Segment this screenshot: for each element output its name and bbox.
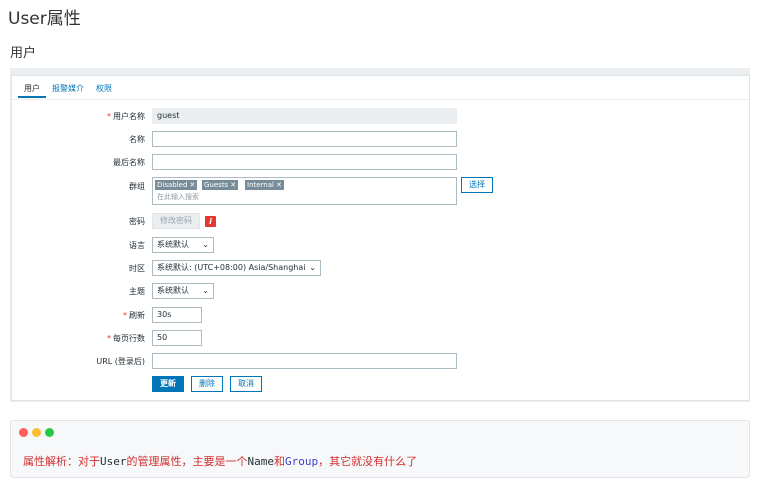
name-field[interactable] <box>152 131 457 147</box>
theme-value: 系统默认 <box>157 286 189 295</box>
groups-select-button[interactable]: 选择 <box>461 177 493 193</box>
info-icon[interactable]: i <box>205 216 216 227</box>
green-dot-icon <box>45 428 54 437</box>
language-select[interactable]: 系统默认 ⌄ <box>152 237 214 253</box>
language-label: 语言 <box>129 241 145 250</box>
update-button[interactable]: 更新 <box>152 376 184 392</box>
password-label: 密码 <box>129 217 145 226</box>
user-form-panel: 用户 报警媒介 权限 * 用户名称 guest 名称 最后名称 群组 Disabl… <box>11 75 750 401</box>
note-keyword-group: Group <box>285 455 319 468</box>
note-text: 属性解析：对于User的管理属性，主要是一个Name和Group，其它就没有什么… <box>23 453 417 469</box>
chevron-down-icon: ⌄ <box>202 286 209 295</box>
group-chip-guests: Guests ✕ <box>202 180 239 190</box>
document-title: User属性 <box>8 9 81 29</box>
chip-label: Guests <box>204 181 229 189</box>
chevron-down-icon: ⌄ <box>202 240 209 249</box>
red-dot-icon <box>19 428 28 437</box>
chevron-down-icon: ⌄ <box>309 263 316 272</box>
tab-permissions[interactable]: 权限 <box>90 82 118 98</box>
refresh-label-text: 刷新 <box>129 311 145 320</box>
surname-label: 最后名称 <box>113 158 145 167</box>
cancel-button[interactable]: 取消 <box>230 376 262 392</box>
change-password-button[interactable]: 修改密码 <box>152 213 200 229</box>
form-header-strip <box>10 68 750 75</box>
rows-per-page-label-text: 每页行数 <box>113 334 145 343</box>
url-label: URL (登录后) <box>96 357 145 366</box>
remove-icon[interactable]: ✕ <box>230 181 236 189</box>
note-part: 的管理属性，主要是一个 <box>126 455 248 468</box>
note-code-block: 属性解析：对于User的管理属性，主要是一个Name和Group，其它就没有什么… <box>10 420 750 478</box>
note-part: 和 <box>274 455 285 468</box>
tab-bar: 用户 报警媒介 权限 <box>18 82 118 100</box>
remove-icon[interactable]: ✕ <box>276 181 282 189</box>
page-title: 用户 <box>10 46 37 61</box>
remove-icon[interactable]: ✕ <box>189 181 195 189</box>
tab-divider <box>12 99 749 100</box>
username-label: * 用户名称 <box>12 111 145 122</box>
chip-label: Internal <box>247 181 274 189</box>
required-marker: * <box>107 334 111 343</box>
required-marker: * <box>107 112 111 121</box>
timezone-value: 系统默认: (UTC+08:00) Asia/Shanghai <box>157 263 306 272</box>
groups-multiselect[interactable]: Disabled ✕ Guests ✕ Internal ✕ 在此输入搜索 <box>152 177 457 205</box>
note-part: 属性解析：对于 <box>23 455 100 468</box>
theme-select[interactable]: 系统默认 ⌄ <box>152 283 214 299</box>
group-chip-disabled: Disabled ✕ <box>155 180 198 190</box>
refresh-field[interactable]: 30s <box>152 307 202 323</box>
theme-label: 主题 <box>129 287 145 296</box>
yellow-dot-icon <box>32 428 41 437</box>
username-label-text: 用户名称 <box>113 112 145 121</box>
refresh-label: * 刷新 <box>12 310 145 321</box>
url-field[interactable] <box>152 353 457 369</box>
required-marker: * <box>123 311 127 320</box>
groups-label: 群组 <box>129 182 145 191</box>
rows-per-page-field[interactable]: 50 <box>152 330 202 346</box>
group-chip-internal: Internal ✕ <box>245 180 284 190</box>
delete-button[interactable]: 删除 <box>191 376 223 392</box>
tab-user[interactable]: 用户 <box>18 82 46 98</box>
note-keyword-name: Name <box>247 455 275 468</box>
note-keyword-user: User <box>100 455 127 468</box>
chip-label: Disabled <box>157 181 188 189</box>
groups-search-placeholder[interactable]: 在此输入搜索 <box>157 192 199 202</box>
note-part: ，其它就没有什么了 <box>318 455 418 468</box>
timezone-select[interactable]: 系统默认: (UTC+08:00) Asia/Shanghai ⌄ <box>152 260 321 276</box>
tab-media[interactable]: 报警媒介 <box>46 82 90 98</box>
user-form-container: 用户 报警媒介 权限 * 用户名称 guest 名称 最后名称 群组 Disabl… <box>10 68 750 402</box>
timezone-label: 时区 <box>129 264 145 273</box>
language-value: 系统默认 <box>157 240 189 249</box>
surname-field[interactable] <box>152 154 457 170</box>
username-field[interactable]: guest <box>152 108 457 124</box>
rows-per-page-label: * 每页行数 <box>12 333 145 344</box>
name-label: 名称 <box>129 135 145 144</box>
